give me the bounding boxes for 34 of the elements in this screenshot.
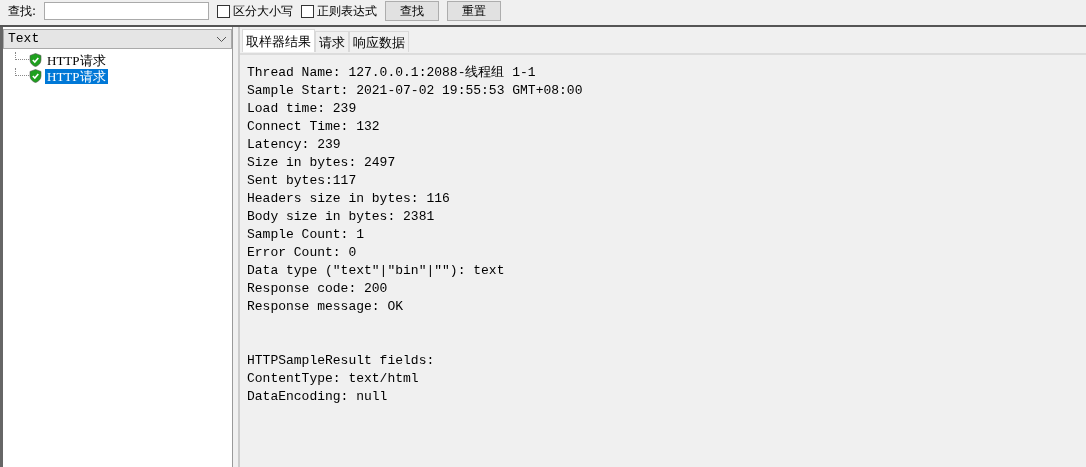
tab[interactable]: 请求 — [315, 31, 349, 52]
caret-icon — [216, 35, 227, 43]
result-line: Sent bytes:117 — [247, 172, 358, 190]
result-line: DataEncoding: null — [247, 388, 389, 406]
checkbox-label: 正则表达式 — [317, 3, 378, 20]
renderer-value: Text — [8, 30, 40, 49]
search-button[interactable]: 查找 — [385, 1, 440, 21]
tab[interactable]: 响应数据 — [349, 31, 409, 52]
checkbox-label: 区分大小写 — [233, 3, 294, 20]
checkbox[interactable] — [217, 4, 231, 18]
search-field[interactable] — [44, 2, 210, 20]
search-button[interactable]: 重置 — [447, 1, 502, 21]
result-line: Latency: 239 — [247, 136, 342, 154]
splitter-handle[interactable] — [232, 27, 240, 467]
renderer-dropdown[interactable]: Text — [3, 29, 232, 49]
checkbox[interactable] — [301, 4, 315, 18]
result-line: Connect Time: 132 — [247, 118, 381, 136]
result-line: Sample Count: 1 — [247, 226, 366, 244]
search-label: 查找: — [8, 3, 37, 20]
tab[interactable]: 取样器结果 — [242, 29, 315, 52]
result-line: Response message: OK — [247, 298, 405, 316]
result-line: Sample Start: 2021-07-02 19:55:53 GMT+08:00 — [247, 82, 584, 100]
tree-item[interactable]: HTTP请求 — [45, 68, 108, 84]
result-line: Error Count: 0 — [247, 244, 358, 262]
result-line: Data type ("text"|"bin"|""): text — [247, 262, 506, 280]
result-line: Size in bytes: 2497 — [247, 154, 397, 172]
tree-item[interactable]: HTTP请求 — [45, 52, 108, 68]
result-line: HTTPSampleResult fields: — [247, 352, 436, 370]
result-line: Headers size in bytes: 116 — [247, 190, 451, 208]
result-line: Load time: 239 — [247, 100, 358, 118]
result-line: Response code: 200 — [247, 280, 389, 298]
result-line: ContentType: text/html — [247, 370, 420, 388]
result-line: Thread Name: 127.0.0.1:2088-线程组 1-1 — [247, 64, 537, 82]
result-line: Body size in bytes: 2381 — [247, 208, 436, 226]
